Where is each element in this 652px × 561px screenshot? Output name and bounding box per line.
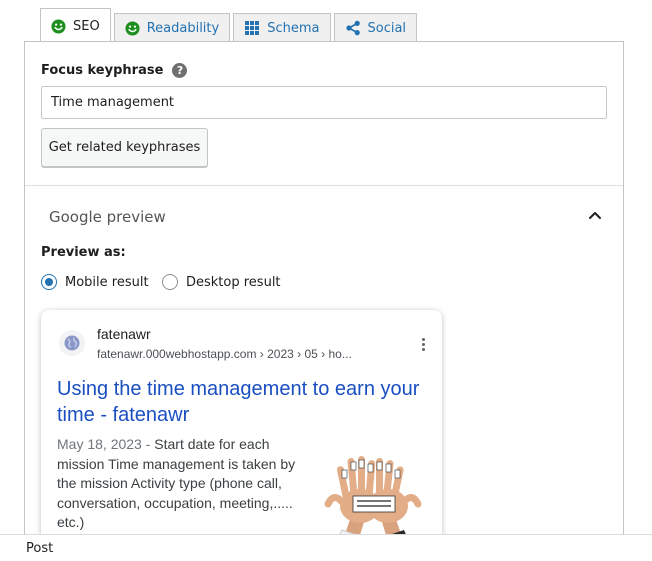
serp-preview-card: fatenawr fatenawr.000webhostapp.com › 20… [41, 310, 442, 561]
grid-icon [245, 21, 260, 35]
smiley-green-icon [51, 18, 66, 34]
section-divider [25, 185, 623, 186]
tab-label: Schema [267, 20, 320, 36]
desktop-result-option[interactable]: Desktop result [162, 274, 281, 290]
desktop-result-label: Desktop result [186, 274, 281, 290]
help-icon[interactable]: ? [172, 63, 188, 78]
post-footer-bar: Post [0, 534, 652, 561]
seo-panel: Focus keyphrase ? Get related keyphrases… [24, 41, 624, 561]
result-date-separator: - [141, 436, 155, 452]
result-snippet: May 18, 2023 - Start date for each missi… [57, 435, 313, 533]
globe-icon [59, 330, 85, 356]
result-thumbnail-image [320, 444, 426, 548]
tab-readability[interactable]: Readability [113, 13, 231, 42]
smiley-green-icon [125, 20, 140, 36]
mobile-result-label: Mobile result [65, 274, 149, 290]
focus-keyphrase-input[interactable] [41, 86, 607, 119]
tab-label: SEO [73, 18, 100, 34]
tab-label: Social [367, 20, 407, 36]
mobile-result-option[interactable]: Mobile result [41, 274, 149, 290]
tab-social[interactable]: Social [333, 13, 418, 42]
google-preview-heading[interactable]: Google preview [49, 208, 166, 226]
tab-label: Readability [146, 20, 220, 36]
tab-seo[interactable]: SEO [40, 8, 111, 43]
preview-as-label: Preview as: [41, 245, 126, 260]
focus-keyphrase-label: Focus keyphrase ? [41, 63, 188, 78]
result-date: May 18, 2023 [57, 436, 142, 452]
chevron-up-icon[interactable] [587, 207, 603, 223]
focus-keyphrase-text: Focus keyphrase [41, 63, 164, 78]
get-related-keyphrases-button[interactable]: Get related keyphrases [41, 128, 208, 167]
share-icon [345, 20, 360, 36]
result-url: fatenawr.000webhostapp.com › 2023 › 05 ›… [97, 347, 352, 361]
desktop-result-radio[interactable] [162, 274, 178, 290]
result-site-name: fatenawr [97, 326, 151, 342]
metabox-tabs: SEO Readability Schema Social [40, 7, 420, 43]
tab-schema[interactable]: Schema [233, 13, 331, 42]
post-label[interactable]: Post [26, 541, 53, 556]
result-title-link[interactable]: Using the time management to earn your t… [57, 376, 432, 428]
more-options-icon[interactable] [417, 338, 429, 354]
mobile-result-radio[interactable] [41, 274, 57, 290]
